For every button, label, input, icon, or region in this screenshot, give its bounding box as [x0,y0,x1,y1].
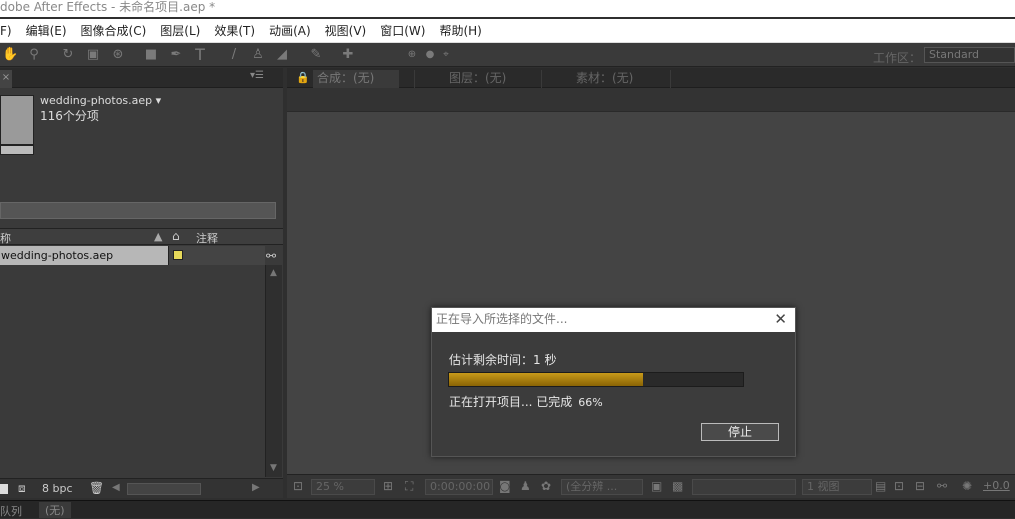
column-comment[interactable]: 注释 [196,230,218,246]
composition-panel-header: 🔒 合成：(无) 图层：(无) 素材：(无) [287,68,1015,88]
snapshot-icon[interactable]: ◙ [499,479,511,493]
project-footer: ⧈ 8 bpc 🗑 ◀ ▶ [0,478,283,498]
timeline-icon[interactable]: ⊟ [915,479,925,493]
scroll-down-icon[interactable]: ▼ [270,463,277,473]
horizontal-scrollbar[interactable] [127,483,201,495]
dialog-title: 正在导入所选择的文件... [432,308,795,332]
pen-icon[interactable]: ✒ [168,47,184,63]
status-text: 正在打开项目... 已完成 [449,395,573,409]
menu-composition[interactable]: 图像合成(C) [81,22,147,39]
always-preview-icon[interactable]: ⊡ [293,479,303,493]
tab-composition[interactable]: 合成：(无) [313,70,399,88]
time-remaining: 估计剩余时间：1 秒 [449,353,557,367]
status-line: 正在打开项目... 已完成 66% [449,393,603,410]
column-name[interactable]: 称 [0,230,11,246]
project-name[interactable]: wedding-photos.aep ▾ [40,94,161,107]
axis-mode-icon[interactable]: ⊕ [404,47,420,63]
view-axis-icon[interactable]: ⌖ [438,47,454,63]
viewer-footer: ⊡ 25 % ⊞ ⛶ 0:00:00:00 ◙ ♟ ✿ (全分辨 ... ▣ ▩… [287,474,1015,498]
list-item[interactable]: wedding-photos.aep [0,246,168,265]
exposure-value[interactable]: +0.0 [983,479,1010,492]
new-folder-icon[interactable]: ⧈ [18,481,26,496]
sort-ascending-icon[interactable]: ▲ [154,230,162,243]
pan-behind-icon[interactable]: ⊛ [110,47,126,63]
menu-effect[interactable]: 效果(T) [214,22,255,39]
window-title: dobe After Effects - 未命名项目.aep * [0,0,1015,17]
toggle-pixel-aspect-icon[interactable]: ▤ [875,479,886,493]
timecode-field[interactable]: 0:00:00:00 [425,479,493,495]
hand-icon[interactable]: ✋ [2,47,18,63]
scroll-left-icon[interactable]: ◀ [112,482,120,493]
menu-bar: F) 编辑(E) 图像合成(C) 图层(L) 效果(T) 动画(A) 视图(V)… [0,19,1015,43]
text-icon[interactable]: T [192,47,208,63]
resolution-select[interactable]: (全分辨 ... [561,479,643,495]
zoom-icon[interactable]: ⚲ [26,47,42,63]
world-axis-icon[interactable]: ● [422,47,438,63]
transparency-grid-icon[interactable]: ▩ [672,479,683,493]
project-thumbnail [0,95,34,145]
thumbnail-bar [0,145,34,155]
tab-layer[interactable]: 图层：(无) [414,70,540,88]
safe-zones-icon[interactable]: ⊞ [383,479,393,493]
menu-view[interactable]: 视图(V) [325,22,367,39]
eraser-icon[interactable]: ◢ [274,47,290,63]
column-header: 称 ▲ ⌂ 注释 [0,228,283,245]
rectangle-mask-icon[interactable]: ■ [143,47,159,63]
menu-window[interactable]: 窗口(W) [380,22,425,39]
region-of-interest-icon[interactable]: ▣ [651,479,662,493]
flowchart-view-icon[interactable]: ⚯ [937,479,947,493]
fast-preview-icon[interactable]: ⊡ [894,479,904,493]
bit-depth-button[interactable]: 8 bpc [42,482,73,495]
interpret-footage-icon[interactable] [0,484,8,494]
project-search-input[interactable] [0,202,276,219]
mask-visibility-icon[interactable]: ⛶ [405,479,413,494]
lock-icon[interactable]: 🔒 [296,71,310,84]
import-progress-dialog: 正在导入所选择的文件... ✕ 估计剩余时间：1 秒 正在打开项目... 已完成… [431,307,796,457]
close-icon[interactable]: ✕ [774,311,787,327]
item-count: 116个分项 [40,109,99,123]
close-icon[interactable]: × [0,70,12,88]
tab-timeline[interactable]: (无) [39,502,71,518]
progress-fill [449,373,644,386]
view-layout-select[interactable]: 1 视图 [802,479,872,495]
puppet-pin-icon[interactable]: ✚ [340,47,356,63]
scroll-right-icon[interactable]: ▶ [252,482,260,493]
tools-panel: ✋ ⚲ ↻ ▣ ⊛ ■ ✒ T / ♙ ◢ ✎ ✚ ⊕ ● ⌖ 工作区： [0,43,1015,67]
menu-edit[interactable]: 编辑(E) [26,22,67,39]
label-tag-icon[interactable]: ⌂ [172,229,180,243]
workspace-label: 工作区： [873,51,922,65]
project-panel-header: × ▾☰ [0,68,283,88]
stop-button[interactable]: 停止 [701,423,779,441]
channel-icon[interactable]: ✿ [541,479,551,493]
menu-file[interactable]: F) [0,24,12,38]
composition-subheader [287,88,1015,112]
trash-icon[interactable]: 🗑 [89,481,104,495]
clone-stamp-icon[interactable]: ♙ [250,47,266,63]
camera-view-select[interactable] [692,479,796,495]
menu-layer[interactable]: 图层(L) [160,22,200,39]
panel-menu-icon[interactable]: ▾☰ [250,70,264,81]
label-color-swatch[interactable] [173,250,183,260]
show-snapshot-icon[interactable]: ♟ [520,479,531,493]
progress-bar [448,372,744,387]
vertical-scrollbar[interactable]: ▲ ▼ [265,265,282,477]
roto-brush-icon[interactable]: ✎ [308,47,324,63]
percent-text: 66% [578,396,603,409]
bottom-panel-tabs: 队列 (无) [0,500,1015,518]
flowchart-icon[interactable]: ⚯ [266,249,276,263]
menu-help[interactable]: 帮助(H) [439,22,481,39]
workspace-select[interactable]: Standard [924,47,1015,63]
tab-footage[interactable]: 素材：(无) [541,70,671,88]
menu-animation[interactable]: 动画(A) [269,22,311,39]
camera-orbit-icon[interactable]: ▣ [85,47,101,63]
brush-icon[interactable]: / [226,47,242,63]
tab-render-queue[interactable]: 队列 [0,503,22,519]
scroll-up-icon[interactable]: ▲ [270,268,277,278]
reset-exposure-icon[interactable]: ✺ [962,479,972,493]
project-panel: × ▾☰ wedding-photos.aep ▾ 116个分项 称 ▲ ⌂ 注… [0,68,283,498]
rotate-icon[interactable]: ↻ [60,47,76,63]
zoom-select[interactable]: 25 % [311,479,375,495]
